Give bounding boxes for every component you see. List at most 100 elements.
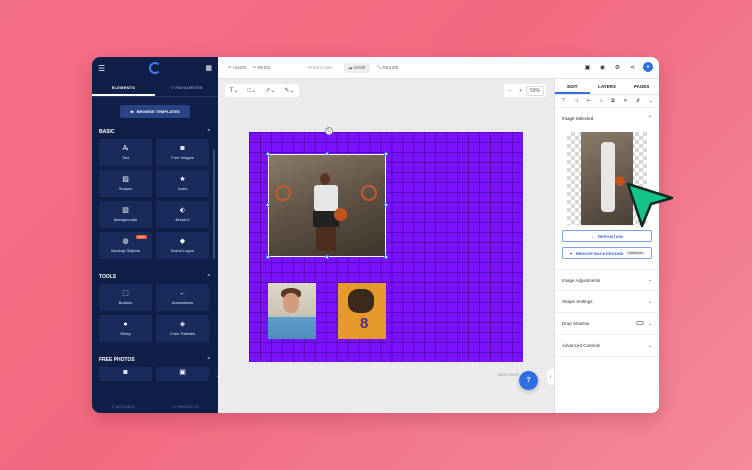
help-button[interactable]: ?: [519, 371, 538, 390]
background-ring: [275, 185, 291, 201]
arrow-tool-icon[interactable]: ↗⌄: [265, 87, 275, 94]
shape-settings-accordion[interactable]: Shape Settings ⌄: [555, 291, 659, 313]
tile-brand-logos[interactable]: ◆ Brand Logos: [156, 232, 209, 259]
tab-favourites[interactable]: ♡ FAVOURITES: [155, 79, 218, 96]
accordion-label: Image Adjustments: [562, 277, 601, 283]
undo-button[interactable]: ↶ UNDO: [228, 65, 246, 71]
tile-brand-it[interactable]: ⬖ Brand It: [156, 201, 209, 228]
tile-icons[interactable]: ★ Icons: [156, 170, 209, 197]
tile-sticky[interactable]: ● Sticky: [99, 315, 152, 342]
basic-section-header[interactable]: BASIC ⌃: [92, 128, 218, 136]
tile-label: Brand Logos: [171, 248, 194, 253]
present-icon[interactable]: ▣: [583, 63, 592, 72]
align-top-icon[interactable]: ⊤: [561, 98, 565, 104]
resize-handle[interactable]: [325, 255, 329, 259]
zoom-in-icon[interactable]: +: [515, 88, 526, 94]
tile-label: Sticky: [120, 331, 131, 336]
zoom-control: − + 59%: [504, 84, 546, 97]
more-icon[interactable]: ⌄: [649, 98, 653, 104]
portrait-photo[interactable]: [268, 283, 316, 339]
menu-icon[interactable]: ☰: [98, 64, 105, 73]
resize-button[interactable]: ⤡ RESIZE: [378, 65, 399, 70]
top-right-actions: ▣ ◉ ⚙ ⋖ ●: [583, 62, 653, 72]
reposition-button[interactable]: ← REPOSITION: [562, 230, 652, 242]
tab-edit[interactable]: EDIT: [555, 79, 590, 94]
new-badge: NEW: [136, 235, 147, 239]
camera-icon[interactable]: ◉: [598, 63, 607, 72]
jersey-photo[interactable]: 8: [338, 283, 386, 339]
tile-free-images[interactable]: ◙ Free Images: [156, 139, 209, 166]
layer-order-icon[interactable]: ⇵: [636, 98, 640, 104]
design-page[interactable]: ↻ 8: [249, 127, 523, 362]
text-icon: Aᵢ: [122, 145, 129, 152]
chevron-up-icon: ⌃: [648, 115, 652, 120]
pen-tool-icon[interactable]: ✎⌄: [284, 87, 294, 94]
accordion-label: Drop Shadow: [562, 321, 590, 326]
chevron-up-icon: ⌃: [206, 274, 211, 280]
save-button[interactable]: ☁ SAVE: [344, 62, 370, 73]
tile-photo-gallery[interactable]: ▣: [156, 367, 209, 381]
tile-color-palettes[interactable]: ◈ Color Palettes: [156, 315, 209, 342]
undo-label: UNDO: [233, 64, 247, 70]
duplicate-icon[interactable]: ⧉: [611, 98, 615, 104]
app-logo[interactable]: [149, 62, 162, 74]
jersey-number-graphic: 8: [360, 315, 369, 332]
palette-icon: ◈: [179, 321, 186, 328]
apps-grid-icon[interactable]: ▦: [205, 64, 212, 72]
resize-handle[interactable]: [384, 203, 388, 207]
drop-shadow-accordion[interactable]: Drop Shadow ⌄: [555, 313, 659, 335]
tile-text[interactable]: Aᵢ Text: [99, 139, 152, 166]
zoom-value[interactable]: 59%: [525, 85, 544, 96]
tab-layers[interactable]: LAYERS: [590, 79, 625, 94]
remove-background-label: REMOVE BACKGROUND: [575, 250, 624, 256]
shape-tool-icon[interactable]: □⌄: [247, 87, 256, 94]
free-photos-section-header[interactable]: FREE PHOTOS ⌃: [92, 356, 218, 364]
delete-icon[interactable]: ✕: [623, 98, 627, 104]
redo-button[interactable]: ↷ REDO: [252, 65, 270, 71]
remove-background-button[interactable]: ✦ REMOVE BACKGROUND PREMIUM: [562, 247, 652, 259]
tile-annotations[interactable]: ← Annotations: [156, 284, 209, 311]
avatar[interactable]: ●: [643, 62, 653, 72]
align-left-icon[interactable]: ⊢: [587, 98, 591, 104]
tile-mockup-objects[interactable]: NEW ◍ Mockup Objects: [99, 232, 152, 259]
projects-label: PROJECTS: [177, 403, 199, 409]
tile-backgrounds[interactable]: ▧ Backgrounds: [99, 201, 152, 228]
image-selected-header[interactable]: Image Selected ⌃: [555, 108, 659, 128]
resize-handle[interactable]: [266, 203, 270, 207]
new-page-button[interactable]: NEW PAGE: [498, 372, 519, 377]
rotate-handle-icon[interactable]: ↻: [325, 127, 333, 135]
image-adjustments-accordion[interactable]: Image Adjustments ⌄: [555, 269, 659, 291]
arrow-icon: ←: [179, 290, 186, 297]
sidebar-scrollbar[interactable]: [213, 149, 215, 259]
share-icon[interactable]: ⋖: [628, 63, 637, 72]
tile-buttons[interactable]: ⬚ Buttons: [99, 284, 152, 311]
tab-pages[interactable]: PAGES: [624, 79, 659, 94]
settings-icon[interactable]: ⚙: [613, 63, 622, 72]
tile-photo-camera[interactable]: ◙: [99, 367, 152, 381]
resize-handle[interactable]: [384, 152, 388, 156]
zoom-out-icon[interactable]: −: [504, 88, 515, 94]
collapse-panel-button[interactable]: ›: [547, 369, 554, 385]
tools-section-header[interactable]: TOOLS ⌃: [92, 273, 218, 281]
tile-label: Color Palettes: [169, 331, 196, 336]
resize-handle[interactable]: [384, 255, 388, 259]
text-tool-icon[interactable]: T⌄: [230, 87, 239, 94]
lock-icon[interactable]: ⌂: [600, 98, 603, 104]
align-middle-icon[interactable]: ⊣: [574, 98, 578, 104]
selected-basketball-photo[interactable]: [268, 154, 386, 257]
projects-tab[interactable]: ▭ PROJECTS: [173, 404, 199, 409]
uploads-tab[interactable]: ⇧ UPLOADS: [111, 404, 135, 409]
sidebar-header: ☰ ▦: [92, 57, 218, 79]
align-toolbar: ⊤ ⊣ ⊢ ⌂ ⧉ ✕ ⇵ ⌄: [555, 95, 659, 108]
browse-templates-button[interactable]: ⇆ BROWSE TEMPLATES: [120, 105, 190, 118]
advanced-controls-accordion[interactable]: Advanced Controls ⌄: [555, 335, 659, 357]
save-label: SAVE: [353, 64, 366, 70]
tile-shapes[interactable]: ▨ Shapes: [99, 170, 152, 197]
drop-shadow-toggle[interactable]: [636, 321, 645, 326]
document-title[interactable]: Front Cover: [308, 65, 332, 70]
tab-elements[interactable]: ELEMENTS: [92, 79, 155, 96]
sidebar: ☰ ▦ ELEMENTS ♡ FAVOURITES ⇆ BROWSE TEMPL…: [92, 57, 218, 413]
resize-handle[interactable]: [266, 255, 270, 259]
resize-handle[interactable]: [325, 152, 329, 156]
resize-handle[interactable]: [266, 152, 270, 156]
